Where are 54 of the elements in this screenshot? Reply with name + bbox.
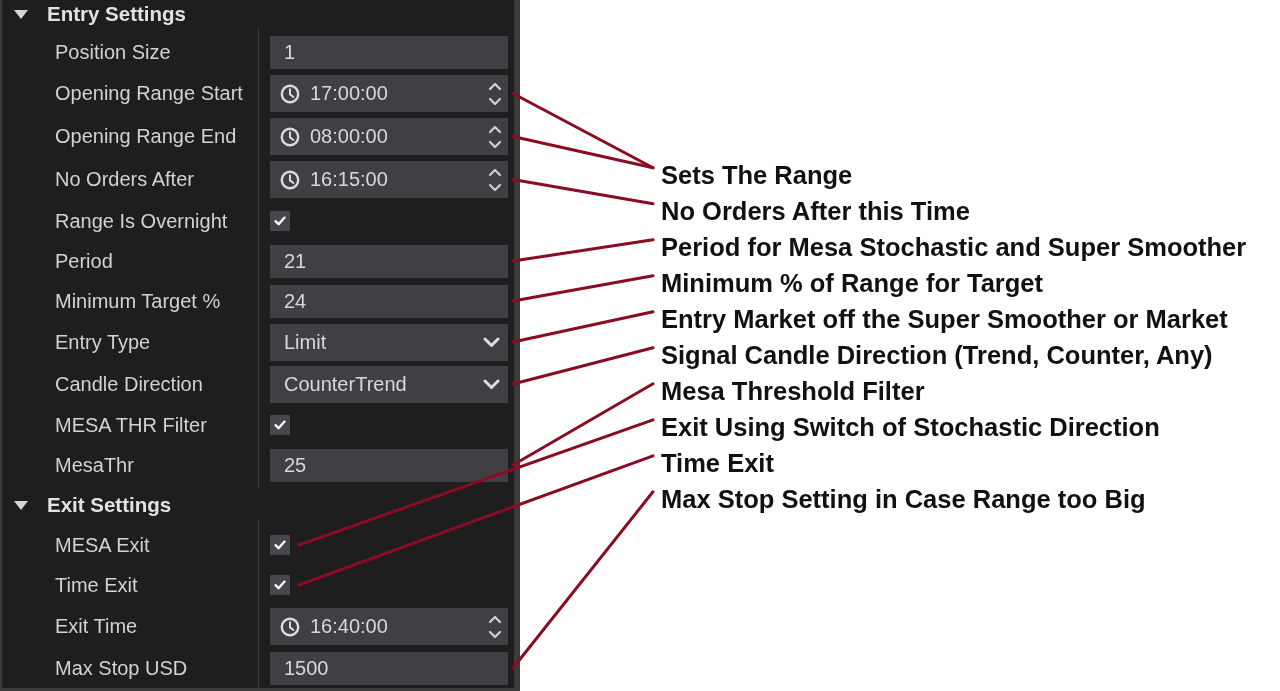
checkbox[interactable] [270, 211, 290, 231]
section-header[interactable]: Exit Settings [2, 491, 172, 519]
setting-label: Candle Direction [55, 372, 203, 396]
annotation-text: Period for Mesa Stochastic and Super Smoother [661, 232, 1247, 263]
clock-icon [280, 169, 300, 190]
time-field[interactable]: 16:40:00 [270, 608, 508, 645]
annotation-text: Minimum % of Range for Target [661, 268, 1044, 299]
annotation-text: Sets The Range [661, 160, 853, 191]
annotation-text: Exit Using Switch of Stochastic Direction [661, 412, 1160, 443]
triangle-icon [14, 500, 28, 510]
number-field[interactable]: 25 [270, 448, 508, 482]
setting-label: No Orders After [55, 168, 194, 191]
number-field[interactable]: 1500 [270, 651, 508, 685]
setting-label: MESA THR Filter [55, 413, 207, 437]
setting-label: Opening Range Start [55, 82, 243, 105]
setting-label: Exit Time [55, 615, 138, 638]
clock-icon [280, 616, 300, 637]
setting-label: Position Size [55, 40, 171, 64]
time-field[interactable]: 16:15:00 [270, 161, 508, 198]
dropdown[interactable]: Limit [270, 323, 508, 361]
checkmark-icon [274, 540, 286, 550]
checkbox[interactable] [270, 535, 290, 555]
setting-label: Time Exit [55, 573, 138, 597]
time-field[interactable]: 17:00:00 [270, 75, 508, 112]
section-header[interactable]: Entry Settings [2, 0, 186, 28]
annotation-text: Entry Market off the Super Smoother or Market [661, 304, 1228, 335]
annotation-text: No Orders After this Time [661, 196, 970, 227]
annotation-text: Time Exit [661, 448, 774, 479]
setting-label: Minimum Target % [55, 289, 221, 313]
clock-icon [280, 83, 300, 104]
setting-label: Entry Type [55, 330, 151, 354]
setting-label: Range Is Overnight [55, 209, 228, 233]
clock-icon [280, 126, 300, 147]
chevron-down-icon [483, 336, 500, 348]
setting-label: Period [55, 249, 113, 273]
chevron-down-icon [483, 378, 500, 390]
triangle-icon [14, 9, 28, 19]
time-field[interactable]: 08:00:00 [270, 118, 508, 155]
setting-label: Opening Range End [55, 125, 237, 148]
dropdown[interactable]: CounterTrend [270, 365, 508, 403]
number-field[interactable]: 21 [270, 244, 508, 278]
checkmark-icon [274, 216, 286, 226]
annotation-text: Max Stop Setting in Case Range too Big [661, 484, 1146, 515]
annotation-text: Mesa Threshold Filter [661, 376, 925, 407]
checkbox[interactable] [270, 415, 290, 435]
checkbox[interactable] [270, 575, 290, 595]
setting-label: MesaThr [55, 453, 134, 477]
number-field[interactable]: 1 [270, 35, 508, 69]
annotation-text: Signal Candle Direction (Trend, Counter, Any) [661, 340, 1213, 371]
checkmark-icon [274, 420, 286, 430]
number-field[interactable]: 24 [270, 284, 508, 318]
setting-label: MESA Exit [55, 533, 150, 557]
setting-label: Max Stop USD [55, 656, 188, 680]
checkmark-icon [274, 580, 286, 590]
